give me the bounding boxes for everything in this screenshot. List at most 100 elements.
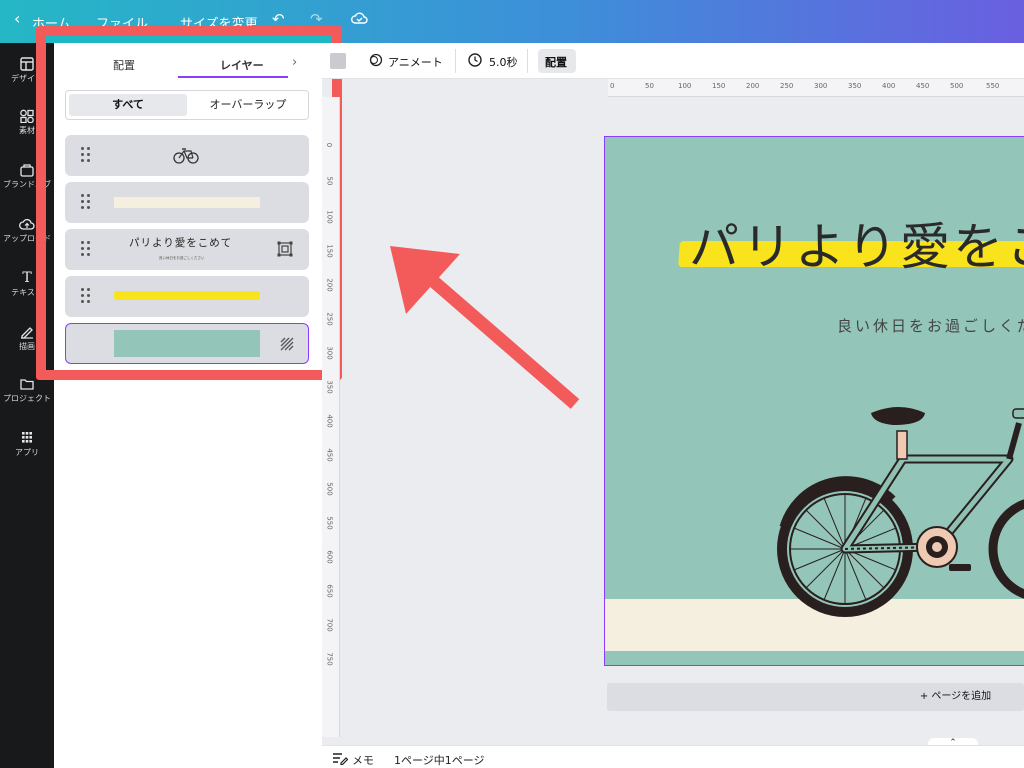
ruler-label: 100 bbox=[325, 210, 334, 224]
color-swatch[interactable] bbox=[330, 53, 346, 69]
rail-label: 素材 bbox=[19, 126, 35, 135]
chevron-right-icon[interactable]: › bbox=[292, 55, 297, 70]
ruler-label: 750 bbox=[325, 652, 334, 666]
layer-item-floor[interactable] bbox=[65, 182, 309, 223]
vertical-ruler: 0 50 100 150 200 250 300 350 400 450 500… bbox=[322, 97, 340, 737]
annotation-arrow bbox=[390, 246, 580, 409]
drag-handle-icon[interactable] bbox=[81, 288, 93, 304]
ruler-label: 500 bbox=[950, 82, 964, 90]
ruler-label: 500 bbox=[325, 482, 334, 496]
filter-overlap-button[interactable]: オーバーラップ bbox=[190, 94, 306, 116]
filter-all-button[interactable]: すべて bbox=[69, 94, 187, 116]
ruler-label: 450 bbox=[916, 82, 930, 90]
tab-layers[interactable]: レイヤー bbox=[220, 57, 264, 73]
design-title[interactable]: パリより愛をこめて bbox=[689, 207, 1024, 279]
layer-filter: すべて オーバーラップ bbox=[65, 90, 309, 120]
animate-button[interactable]: アニメート bbox=[388, 54, 443, 70]
file-menu[interactable]: ファイル bbox=[96, 13, 148, 32]
ruler-label: 450 bbox=[325, 448, 334, 462]
text-thumbnail-title: パリより愛をこめて bbox=[129, 237, 233, 249]
layer-item-text[interactable]: パリより愛をこめて 良い休日をお過ごしください bbox=[65, 229, 309, 270]
group-icon[interactable] bbox=[277, 241, 293, 257]
drag-handle-icon[interactable] bbox=[81, 241, 93, 257]
rail-item-upload[interactable]: アップロード bbox=[0, 217, 54, 244]
toolbar-divider bbox=[455, 49, 456, 73]
cloud-sync-icon[interactable] bbox=[350, 11, 368, 29]
layer-item-bicycle[interactable] bbox=[65, 135, 309, 176]
highlight-thumbnail bbox=[114, 291, 260, 300]
ruler-label: 300 bbox=[325, 346, 334, 360]
folder-icon bbox=[19, 377, 35, 391]
design-subtitle[interactable]: 良い休日をお過ごしください bbox=[837, 315, 1024, 336]
rail-item-text[interactable]: T テキスト bbox=[0, 271, 54, 298]
floor-bottom bbox=[605, 651, 1024, 665]
background-thumbnail bbox=[114, 330, 260, 357]
design-page[interactable]: パリより愛をこめて 良い休日をお過ごしください bbox=[604, 136, 1024, 666]
upload-icon bbox=[19, 217, 35, 231]
text-icon: T bbox=[22, 270, 32, 286]
editor-toolbar: アニメート 5.0秒 配置 bbox=[322, 43, 1024, 79]
ruler-label: 50 bbox=[325, 176, 334, 186]
rail-item-design[interactable]: デザイン bbox=[0, 57, 54, 84]
ruler-label: 150 bbox=[325, 244, 334, 258]
panel-accent-bar bbox=[46, 36, 332, 43]
text-thumbnail-subtitle: 良い休日をお過ごしください bbox=[159, 256, 205, 260]
rail-item-draw[interactable]: 描画 bbox=[0, 325, 54, 352]
ruler-label: 350 bbox=[325, 380, 334, 394]
ruler-label: 200 bbox=[746, 82, 760, 90]
ruler-label: 300 bbox=[814, 82, 828, 90]
position-panel: 配置 レイヤー › すべて オーバーラップ パリより愛をこめて 良い休日をお過ご… bbox=[54, 43, 322, 768]
layer-item-background[interactable] bbox=[65, 323, 309, 364]
drag-handle-icon[interactable] bbox=[81, 194, 93, 210]
draw-icon bbox=[19, 325, 35, 339]
rail-label: 描画 bbox=[19, 342, 35, 351]
ruler-label: 0 bbox=[325, 142, 334, 148]
rail-item-projects[interactable]: プロジェクト bbox=[0, 377, 54, 404]
active-tab-indicator bbox=[178, 76, 288, 78]
horizontal-ruler: 0 50 100 150 200 250 300 350 400 450 500… bbox=[608, 79, 1024, 97]
bicycle-illustration[interactable] bbox=[773, 399, 1024, 639]
transparency-icon[interactable] bbox=[279, 336, 295, 352]
ruler-label: 250 bbox=[325, 312, 334, 326]
template-icon bbox=[19, 57, 35, 71]
ruler-label: 400 bbox=[882, 82, 896, 90]
rail-label: アップロード bbox=[3, 234, 51, 243]
ruler-label: 150 bbox=[712, 82, 726, 90]
ruler-label: 700 bbox=[325, 618, 334, 632]
ruler-label: 350 bbox=[848, 82, 862, 90]
position-button[interactable]: 配置 bbox=[545, 54, 567, 70]
elements-icon bbox=[19, 109, 35, 124]
animate-icon bbox=[368, 52, 384, 71]
rail-label: デザイン bbox=[11, 74, 43, 83]
drag-handle-icon[interactable] bbox=[81, 147, 93, 163]
panel-tabs: 配置 レイヤー › bbox=[54, 43, 322, 83]
rail-item-elements[interactable]: 素材 bbox=[0, 109, 54, 136]
layer-item-highlight[interactable] bbox=[65, 276, 309, 317]
notes-icon[interactable] bbox=[332, 751, 349, 768]
bottom-bar: メモ 1ページ中1ページ bbox=[322, 745, 1024, 768]
ruler-label: 50 bbox=[645, 82, 654, 90]
left-rail: デザイン 素材 ブランドハブ アップロード T テキスト 描画 プロジェクト ア… bbox=[0, 43, 54, 768]
redo-icon[interactable]: ↷ bbox=[310, 10, 323, 28]
rail-label: プロジェクト bbox=[3, 394, 51, 403]
rail-label: アプリ bbox=[15, 448, 39, 457]
add-page-button[interactable]: + ページを追加 bbox=[607, 683, 1024, 711]
rail-item-apps[interactable]: アプリ bbox=[0, 431, 54, 458]
rail-label: ブランドハブ bbox=[3, 180, 51, 189]
ruler-label: 550 bbox=[986, 82, 1000, 90]
rail-item-brand[interactable]: ブランドハブ bbox=[0, 163, 54, 190]
home-link[interactable]: ホーム bbox=[32, 13, 71, 32]
ruler-label: 600 bbox=[325, 550, 334, 564]
resize-menu[interactable]: サイズを変更 bbox=[180, 13, 258, 32]
notes-button[interactable]: メモ bbox=[352, 752, 374, 768]
tab-arrange[interactable]: 配置 bbox=[113, 57, 135, 73]
undo-icon[interactable]: ↶ bbox=[272, 10, 285, 28]
ruler-label: 550 bbox=[325, 516, 334, 530]
bicycle-thumbnail-icon bbox=[173, 148, 199, 164]
duration-button[interactable]: 5.0秒 bbox=[489, 54, 518, 70]
ruler-label: 100 bbox=[678, 82, 692, 90]
ruler-label: 200 bbox=[325, 278, 334, 292]
back-chevron-icon[interactable]: ‹ bbox=[14, 9, 20, 28]
ruler-label: 250 bbox=[780, 82, 794, 90]
toolbar-divider bbox=[527, 49, 528, 73]
